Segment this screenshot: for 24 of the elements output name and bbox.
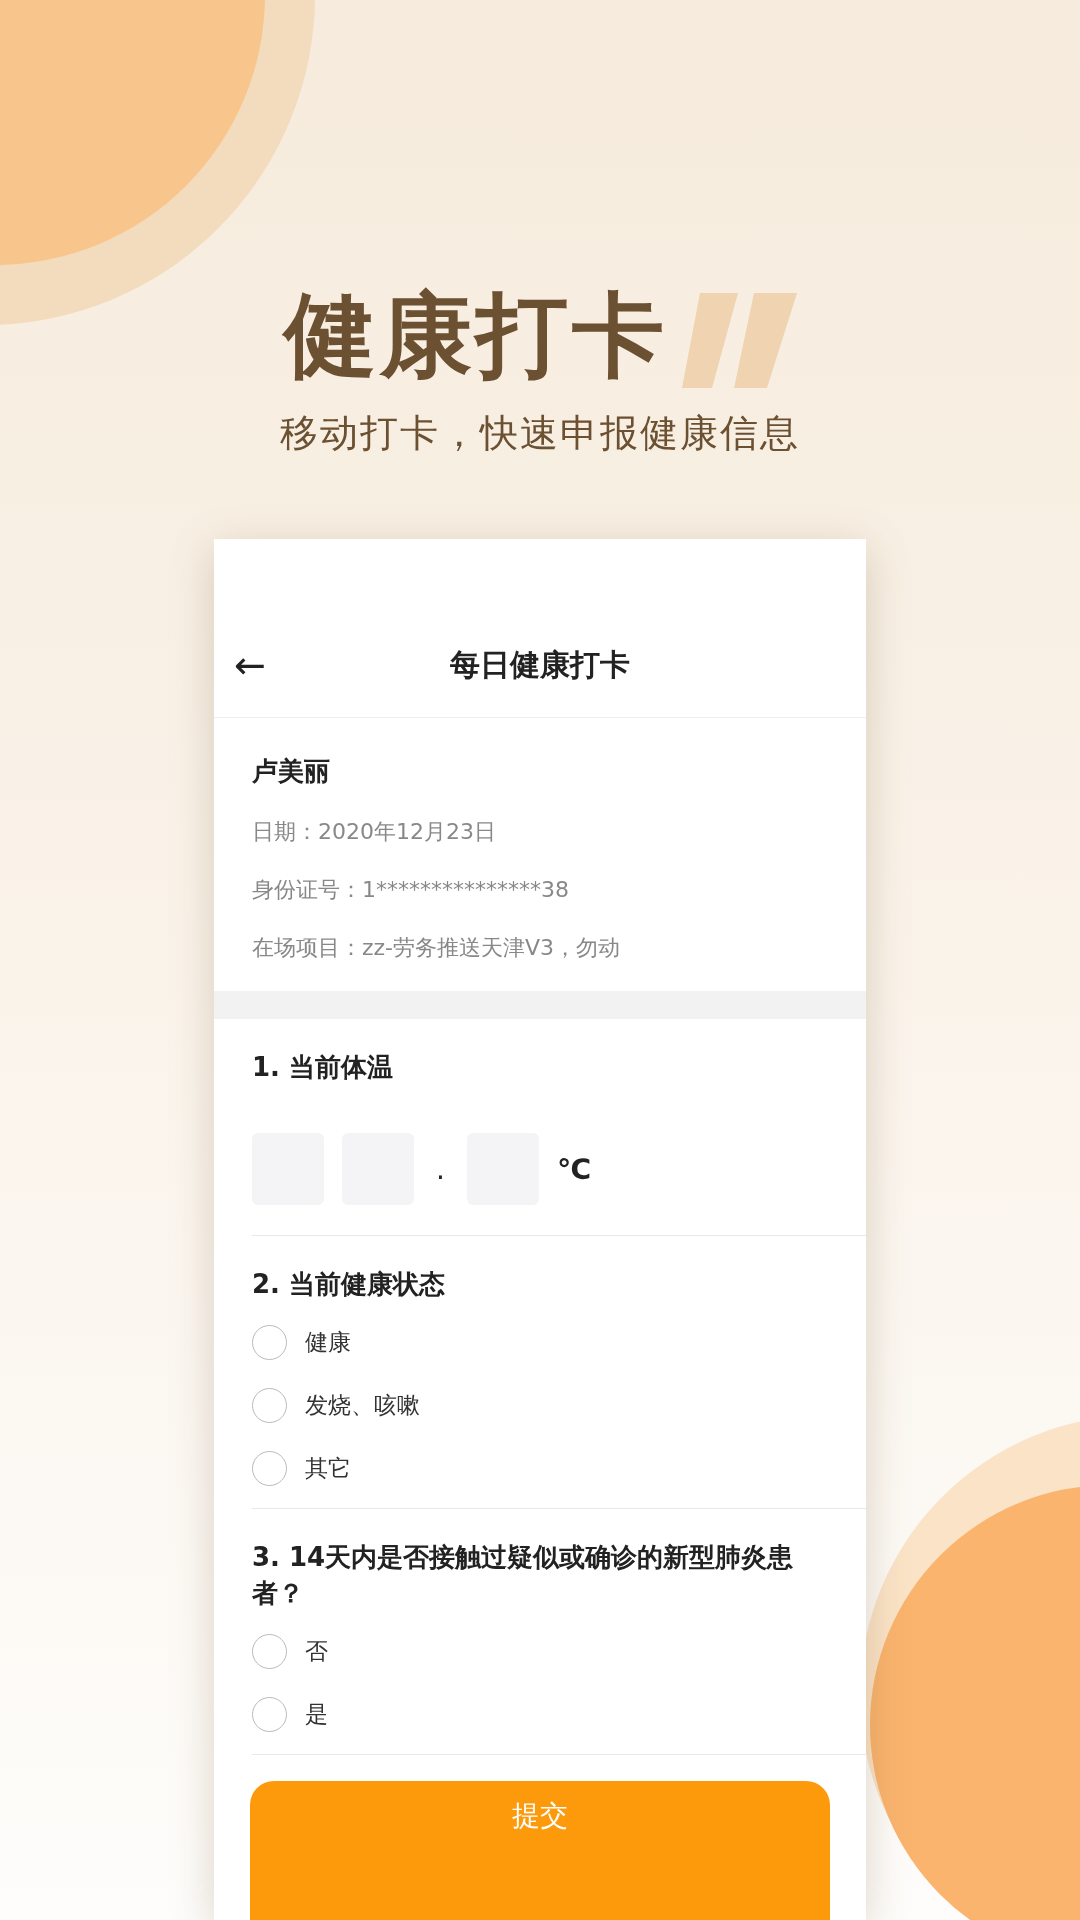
hero-title: 健康打卡	[283, 285, 668, 387]
option-label: 是	[305, 1699, 328, 1729]
option-label: 发烧、咳嗽	[305, 1390, 420, 1420]
page-title: 每日健康打卡	[450, 645, 630, 684]
quote-icon	[681, 293, 797, 388]
radio-button[interactable]	[252, 1324, 287, 1360]
question-title: 2. 当前健康状态	[252, 1268, 447, 1302]
info-line: 在场项目：zz-劳务推送天津V3，勿动	[252, 934, 622, 962]
option-label: 健康	[305, 1327, 351, 1357]
back-button[interactable]: ←	[234, 643, 266, 687]
option-label: 其它	[305, 1453, 351, 1483]
question-title: 1. 当前体温	[252, 1051, 395, 1084]
unit-label: ℃	[556, 1152, 591, 1186]
option-label: 否	[305, 1636, 328, 1666]
user-name: 卢美丽	[252, 755, 331, 788]
radio-button[interactable]	[252, 1633, 287, 1669]
info-line: 日期：2020年12月23日	[252, 818, 497, 846]
radio-button[interactable]	[252, 1696, 287, 1732]
radio-button[interactable]	[252, 1450, 287, 1486]
radio-button[interactable]	[252, 1387, 287, 1423]
decimal-point: .	[436, 1152, 445, 1186]
info-line: 身份证号：1***************38	[252, 876, 570, 904]
hero-subtitle: 移动打卡，快速申报健康信息	[280, 410, 800, 457]
question-title: 3. 14天内是否接触过疑似或确诊的新型肺炎患者？	[252, 1540, 795, 1611]
